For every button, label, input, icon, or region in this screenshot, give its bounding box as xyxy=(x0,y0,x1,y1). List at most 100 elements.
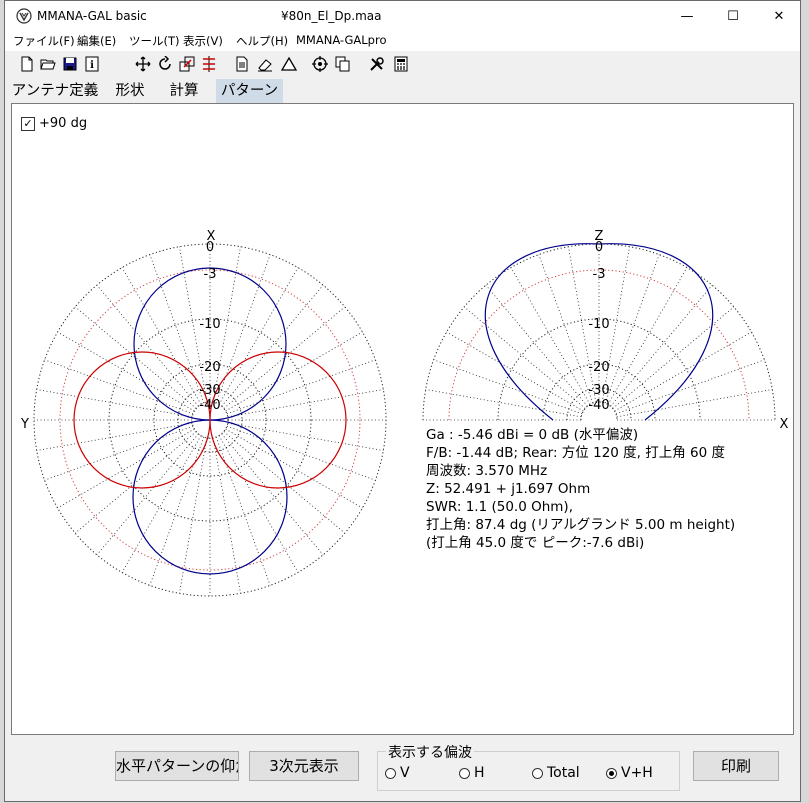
horizontal-ring-label-0: 0 xyxy=(206,240,214,255)
horizontal-grid-spoke xyxy=(57,331,195,412)
horizontal-ring-label-3: -3 xyxy=(204,267,217,282)
horizontal-ring-label-10: -10 xyxy=(199,317,220,332)
vertical-ring-label-10: -10 xyxy=(588,317,609,332)
vertical-ring-label-20: -20 xyxy=(588,360,609,375)
app-logo-icon xyxy=(16,8,32,24)
horizontal-ring-label-40: -40 xyxy=(199,398,220,413)
vertical-grid-spoke xyxy=(463,306,586,409)
horizontal-grid-spoke xyxy=(149,436,205,586)
polarization-group-title: 表示する偏波 xyxy=(386,742,474,762)
scale-icon[interactable] xyxy=(179,56,195,72)
peak-text: (打上角 45.0 度で ピーク:-7.6 dBi) xyxy=(426,535,645,551)
radio-total-indicator[interactable] xyxy=(532,767,543,779)
gain-text: Ga : -5.46 dBi = 0 dB (水平偏波) xyxy=(426,427,639,443)
vertical-grid-spoke xyxy=(510,267,591,405)
vertical-ring-label-30: -30 xyxy=(588,383,609,398)
tab-bar: アンテナ定義 形状 計算 パターン xyxy=(5,79,800,103)
horizontal-grid-spoke xyxy=(215,254,271,404)
horizontal-ring-label-30: -30 xyxy=(199,383,220,398)
info-icon[interactable]: i xyxy=(84,56,100,72)
horizontal-grid-spoke xyxy=(227,389,384,418)
tab-antenna-definition[interactable]: アンテナ定義 xyxy=(7,79,103,103)
menu-edit[interactable]: 編集(E) xyxy=(77,33,116,49)
horizontal-left-axis-label: Y xyxy=(20,417,29,432)
horizontal-grid-spoke xyxy=(225,331,363,412)
vertical-grid-spoke xyxy=(433,359,583,415)
horizontal-grid-spoke xyxy=(44,359,194,415)
vertical-grid-spoke xyxy=(612,306,735,409)
minimize-button[interactable]: — xyxy=(664,1,710,31)
vertical-grid-spoke xyxy=(538,254,594,404)
segments-icon[interactable] xyxy=(201,56,217,72)
horizontal-grid-spoke xyxy=(215,436,271,586)
polarization-option-vh[interactable]: V+H xyxy=(606,765,653,781)
horizontal-grid-spoke xyxy=(149,254,205,404)
horizontal-grid-spoke xyxy=(212,437,241,594)
move-icon[interactable] xyxy=(135,56,151,72)
radio-v-indicator[interactable] xyxy=(385,767,396,779)
bottom-controls: 水平パターンの仰角 3次元表示 表示する偏波 V H Total V+H 印刷 xyxy=(5,735,800,803)
polarization-group: 表示する偏波 V H Total V+H xyxy=(377,742,680,791)
vertical-grid-spoke xyxy=(485,284,588,407)
vertical-ring-label-3: -3 xyxy=(593,267,606,282)
file-name: ¥80n_El_Dp.maa xyxy=(281,9,382,23)
copy-icon[interactable] xyxy=(335,56,351,72)
tab-geometry[interactable]: 形状 xyxy=(108,79,152,103)
polarization-option-h[interactable]: H xyxy=(459,765,485,781)
vertical-grid-spoke xyxy=(610,284,713,407)
menu-help[interactable]: ヘルプ(H) xyxy=(236,33,288,49)
horizontal-ring-label-20: -20 xyxy=(199,360,220,375)
horizontal-grid-spoke xyxy=(36,389,193,418)
vertical-grid-spoke xyxy=(614,331,752,412)
view-3d-button[interactable]: 3次元表示 xyxy=(249,751,359,781)
elevation-text: 打上角: 87.4 dg (リアルグランド 5.00 m height) xyxy=(426,517,736,533)
menu-file[interactable]: ファイル(F) xyxy=(13,33,75,49)
impedance-text: Z: 52.491 + j1.697 Ohm xyxy=(426,481,591,497)
pattern-info: Ga : -5.46 dBi = 0 dB (水平偏波) F/B: -1.44 … xyxy=(426,426,735,552)
svg-text:i: i xyxy=(90,60,94,71)
tools-icon[interactable] xyxy=(369,56,385,72)
radiation-pattern-plots: X Y 0 -3 -10 -20 -30 -40 Z X 0 -3 -10 -2… xyxy=(20,229,789,597)
print-button[interactable]: 印刷 xyxy=(693,751,779,781)
eraser-icon[interactable] xyxy=(257,56,273,72)
menu-tools[interactable]: ツール(T) xyxy=(129,33,180,49)
vertical-right-axis-label: X xyxy=(780,417,789,432)
new-file-icon[interactable] xyxy=(19,56,35,72)
frequency-text: 周波数: 3.570 MHz xyxy=(426,463,548,479)
vertical-grid-spoke xyxy=(446,331,584,412)
radio-vh-indicator[interactable] xyxy=(606,767,617,779)
radio-h-indicator[interactable] xyxy=(459,767,470,779)
target-icon[interactable] xyxy=(312,56,328,72)
horizontal-grid-spoke xyxy=(44,425,194,481)
horizontal-grid-spoke xyxy=(36,422,193,451)
menu-view[interactable]: 表示(V) xyxy=(183,33,223,49)
vertical-grid-spoke xyxy=(615,359,765,415)
horizontal-grid-spoke xyxy=(225,428,363,509)
title-bar[interactable]: MMANA-GAL basic ¥80n_El_Dp.maa — ☐ ✕ xyxy=(5,1,800,31)
horizontal-grid-spoke xyxy=(179,437,208,594)
horizontal-grid-spoke xyxy=(226,359,376,415)
tab-calculate[interactable]: 計算 xyxy=(163,79,205,103)
polarization-option-v[interactable]: V xyxy=(385,765,410,781)
vertical-grid-spoke xyxy=(616,389,773,418)
toolbar: i xyxy=(5,51,800,79)
close-button[interactable]: ✕ xyxy=(756,1,802,31)
maximize-button[interactable]: ☐ xyxy=(710,1,756,31)
pattern-panel: ✓ +90 dg X Y 0 -3 -10 -20 -30 -40 Z X 0 … xyxy=(11,103,794,735)
tab-pattern[interactable]: パターン xyxy=(216,79,283,103)
save-icon[interactable] xyxy=(62,56,78,72)
horizontal-grid-spoke xyxy=(226,425,376,481)
calculator-icon[interactable] xyxy=(393,56,409,72)
horizontal-grid-spoke xyxy=(57,428,195,509)
open-folder-icon[interactable] xyxy=(40,56,56,72)
rotate-icon[interactable] xyxy=(157,56,173,72)
triangle-icon[interactable] xyxy=(281,56,297,72)
document-icon[interactable] xyxy=(234,56,250,72)
menu-bar: ファイル(F) 編集(E) ツール(T) 表示(V) ヘルプ(H) MMANA-… xyxy=(5,31,800,51)
swr-text: SWR: 1.1 (50.0 Ohm), xyxy=(426,499,573,515)
menu-mmana-gal-pro[interactable]: MMANA-GALpro xyxy=(296,33,387,47)
horizontal-pattern-elevation-button[interactable]: 水平パターンの仰角 xyxy=(115,751,239,781)
vertical-ring-label-40: -40 xyxy=(588,398,609,413)
polarization-option-total[interactable]: Total xyxy=(532,765,580,781)
main-window: MMANA-GAL basic ¥80n_El_Dp.maa — ☐ ✕ ファイ… xyxy=(4,0,801,802)
